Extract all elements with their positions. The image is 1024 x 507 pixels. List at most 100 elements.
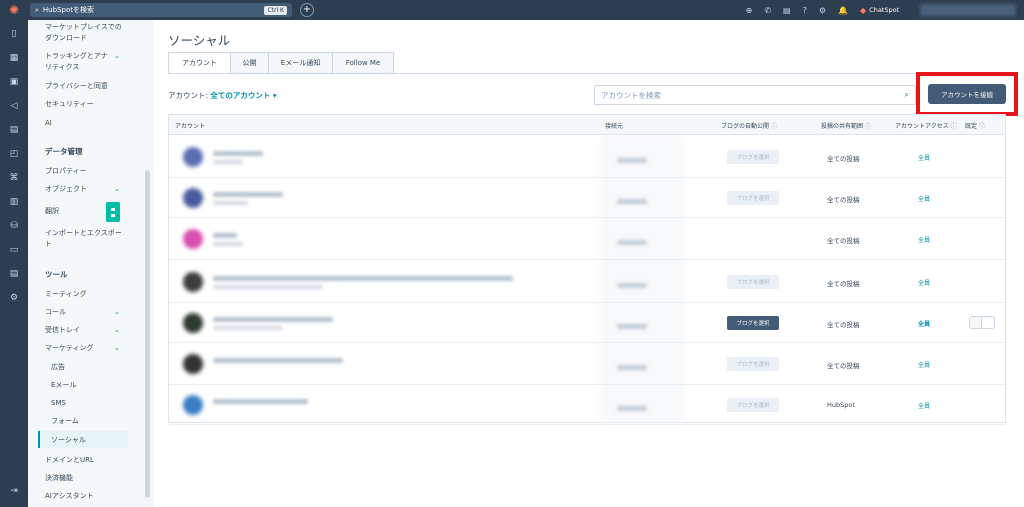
- sidebar-item[interactable]: ドメインとURL: [45, 455, 94, 465]
- automation-icon[interactable]: ⌘: [7, 170, 21, 186]
- bookmark-icon[interactable]: ▯: [7, 26, 21, 42]
- settings-icon[interactable]: ⚙: [819, 6, 826, 15]
- megaphone-icon[interactable]: ◁: [7, 98, 21, 114]
- sidebar-item[interactable]: ト: [45, 239, 52, 249]
- info-icon[interactable]: ⓘ: [865, 123, 871, 130]
- account-access-link[interactable]: 全員: [918, 235, 930, 244]
- table-row[interactable]: ブログを選択 全ての投稿 全員: [169, 303, 1005, 343]
- select-blog-button[interactable]: ブログを選択: [727, 150, 779, 164]
- header-auto-publish[interactable]: ブログの自動公開 ⓘ: [721, 121, 777, 130]
- info-icon[interactable]: ⓘ: [979, 123, 985, 130]
- table-row[interactable]: ブログを選択 全ての投稿 全員: [169, 343, 1005, 385]
- account-menu[interactable]: [920, 4, 1016, 16]
- chevron-down-icon[interactable]: ⌄: [114, 326, 120, 334]
- account-search-input[interactable]: [601, 90, 891, 100]
- contacts-icon[interactable]: ▣: [7, 74, 21, 90]
- tab-3[interactable]: Follow Me: [332, 52, 394, 74]
- sidebar-item[interactable]: 翻訳: [45, 206, 59, 216]
- sidebar-item[interactable]: プロパティー: [45, 166, 87, 176]
- default-toggle[interactable]: [969, 316, 995, 329]
- header-account[interactable]: アカウント: [175, 121, 205, 130]
- sidebar-item[interactable]: AIアシスタント: [45, 491, 94, 501]
- sidebar-item[interactable]: 決済機能: [45, 473, 73, 483]
- sidebar-item[interactable]: セキュリティー: [45, 99, 94, 109]
- account-access-link[interactable]: 全員: [918, 153, 930, 162]
- table-row[interactable]: 全ての投稿 全員: [169, 218, 1005, 260]
- header-connected-by[interactable]: 接続元: [605, 121, 623, 130]
- sidebar-item[interactable]: AI: [45, 118, 52, 128]
- sidebar-item[interactable]: インポートとエクスポー: [45, 228, 122, 238]
- sidebar-item[interactable]: リティクス: [45, 62, 79, 72]
- library-icon[interactable]: ▤: [7, 266, 21, 282]
- phone-icon[interactable]: ✆: [764, 6, 771, 15]
- sidebar-item[interactable]: オブジェクト: [45, 184, 87, 194]
- chatspot-button[interactable]: ◆ ChatSpot: [860, 0, 899, 20]
- chevron-down-icon[interactable]: ⌄: [114, 344, 120, 352]
- global-search-input[interactable]: ⌕ HubSpotを検索 Ctrl K: [30, 3, 292, 17]
- sidebar-item[interactable]: マーケットプレイスでの: [45, 22, 122, 32]
- share-scope-value: 全ての投稿: [827, 237, 860, 245]
- info-icon[interactable]: ⓘ: [771, 123, 777, 130]
- table-row[interactable]: ブログを選択 全ての投稿 全員: [169, 260, 1005, 303]
- content-icon[interactable]: ▤: [7, 122, 21, 138]
- grid-icon[interactable]: ▦: [7, 50, 21, 66]
- collapse-nav-icon[interactable]: ⇥: [7, 483, 21, 499]
- header-share-scope[interactable]: 投稿の共有範囲 ⓘ: [821, 121, 871, 130]
- select-blog-button[interactable]: ブログを選択: [727, 398, 779, 412]
- create-new-button[interactable]: +: [300, 3, 314, 17]
- data-icon[interactable]: ⛁: [7, 218, 21, 234]
- notifications-icon[interactable]: 🔔: [838, 6, 848, 15]
- share-scope-value: 全ての投稿: [827, 196, 860, 204]
- commerce-icon[interactable]: ◰: [7, 146, 21, 162]
- table-header: アカウント 接続元 ブログの自動公開 ⓘ 投稿の共有範囲 ⓘ アカウントアクセス ⓘ …: [169, 115, 1005, 135]
- folder-icon[interactable]: ▭: [7, 242, 21, 258]
- sidebar-scrollbar[interactable]: [145, 170, 150, 498]
- tab-0[interactable]: アカウント: [168, 52, 230, 74]
- select-blog-button[interactable]: ブログを選択: [727, 274, 779, 289]
- account-access-link[interactable]: 全員: [918, 194, 930, 203]
- sidebar-item[interactable]: 広告: [51, 362, 65, 372]
- table-row[interactable]: ブログを選択 HubSpot 全員: [169, 385, 1005, 425]
- header-account-access[interactable]: アカウントアクセス ⓘ: [895, 121, 957, 130]
- help-icon[interactable]: ⊕: [746, 6, 753, 15]
- tab-1[interactable]: 公開: [230, 52, 268, 74]
- search-icon[interactable]: ⌕: [905, 90, 909, 100]
- chevron-down-icon[interactable]: ⌄: [114, 52, 120, 60]
- connect-account-button[interactable]: アカウントを接続: [928, 84, 1006, 104]
- table-row[interactable]: ブログを選択 全ての投稿 全員: [169, 178, 1005, 218]
- settings-icon[interactable]: ⚙: [7, 290, 21, 306]
- marketplace-icon[interactable]: ▤: [783, 6, 791, 15]
- account-access-link[interactable]: 全員: [918, 319, 930, 328]
- sidebar-item[interactable]: コール: [45, 307, 66, 317]
- account-access-link[interactable]: 全員: [918, 401, 930, 410]
- tab-2[interactable]: Eメール通知: [268, 52, 332, 74]
- sidebar-item[interactable]: マーケティング: [45, 343, 93, 353]
- account-search-field[interactable]: ⌕: [594, 85, 916, 105]
- hubspot-logo-icon[interactable]: ✺: [0, 0, 28, 20]
- account-handle-redacted: [213, 284, 323, 289]
- sidebar-item[interactable]: SMS: [51, 398, 66, 408]
- select-blog-button[interactable]: ブログを選択: [727, 191, 779, 205]
- account-filter[interactable]: アカウント: 全てのアカウント ▾: [168, 90, 277, 101]
- info-icon[interactable]: ⓘ: [951, 123, 957, 130]
- reports-icon[interactable]: ▥: [7, 194, 21, 210]
- select-blog-button[interactable]: ブログを選択: [727, 316, 779, 330]
- sidebar-item[interactable]: ソーシャル: [51, 435, 86, 445]
- sidebar-item[interactable]: 受信トレイ: [45, 325, 80, 335]
- sidebar-item[interactable]: プライバシーと同意: [45, 81, 108, 91]
- table-row[interactable]: ブログを選択 全ての投稿 全員: [169, 136, 1005, 178]
- connected-by-redacted: [617, 324, 647, 329]
- sidebar-item[interactable]: ミーティング: [45, 289, 87, 299]
- sidebar-item[interactable]: フォーム: [51, 416, 79, 426]
- header-default[interactable]: 既定 ⓘ: [965, 121, 985, 130]
- chevron-down-icon[interactable]: ⌄: [114, 185, 120, 193]
- select-blog-button[interactable]: ブログを選択: [727, 357, 779, 371]
- sidebar-item[interactable]: ダウンロード: [45, 33, 87, 43]
- sidebar-item[interactable]: トラッキングとアナ: [45, 51, 108, 61]
- account-access-link[interactable]: 全員: [918, 278, 930, 287]
- account-filter-value[interactable]: 全てのアカウント: [210, 91, 270, 100]
- account-access-link[interactable]: 全員: [918, 360, 930, 369]
- question-icon[interactable]: ?: [803, 6, 807, 15]
- chevron-down-icon[interactable]: ⌄: [114, 308, 120, 316]
- sidebar-item[interactable]: Eメール: [51, 380, 76, 390]
